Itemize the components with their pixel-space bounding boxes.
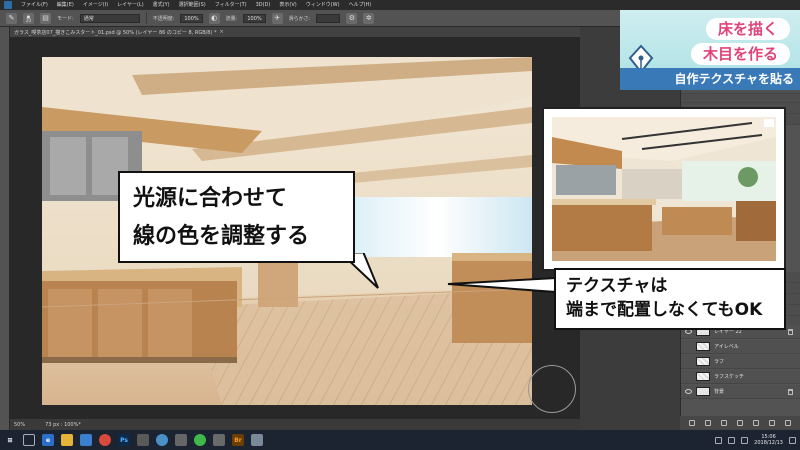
- menu-edit[interactable]: 編集(E): [57, 0, 74, 10]
- file-explorer-icon[interactable]: [61, 434, 73, 446]
- edge-browser-icon[interactable]: e: [42, 434, 54, 446]
- opacity-label: 不透明度:: [152, 15, 175, 22]
- callout-text: 線の色を調整する: [133, 224, 310, 249]
- airbrush-icon[interactable]: ✈: [271, 12, 283, 24]
- menu-view[interactable]: 表示(V): [279, 0, 296, 10]
- lock-layer-icon[interactable]: [788, 388, 793, 395]
- photoshop-window: ファイル(F) 編集(E) イメージ(I) レイヤー(L) 書式(Y) 選択範囲…: [0, 0, 800, 450]
- brush-preset-icon[interactable]: ● 20: [23, 12, 34, 24]
- add-mask-icon[interactable]: [721, 420, 727, 426]
- app-icon[interactable]: [213, 434, 225, 446]
- title-line-1: 床を描く: [705, 18, 790, 40]
- layer-name: アイレベル: [714, 344, 739, 350]
- status-bar: 50% 73 px : 100%*: [10, 419, 580, 430]
- adjustment-layer-icon[interactable]: [737, 420, 743, 426]
- flow-label: 流量:: [225, 15, 238, 22]
- layer-thumbnail: [696, 342, 710, 351]
- mode-label: モード:: [57, 15, 74, 22]
- close-tab-icon[interactable]: ×: [220, 29, 224, 35]
- menu-type[interactable]: 書式(Y): [153, 0, 170, 10]
- app-icon[interactable]: [137, 434, 149, 446]
- system-tray: 15:06 2018/12/13: [715, 434, 800, 446]
- document-tab-title: ガラス_喫茶店07_描きこみスタート_01.psd @ 50% (レイヤー 86…: [14, 29, 217, 36]
- layer-row[interactable]: ラフスケッチ: [681, 370, 800, 384]
- chrome-icon[interactable]: [99, 434, 111, 446]
- menu-select[interactable]: 選択範囲(S): [179, 0, 206, 10]
- store-icon[interactable]: [80, 434, 92, 446]
- network-icon[interactable]: [728, 436, 736, 444]
- layer-name: 背景: [714, 389, 725, 395]
- app-icon[interactable]: [175, 434, 187, 446]
- link-layers-icon[interactable]: [689, 420, 695, 426]
- visibility-eye-icon[interactable]: [685, 389, 692, 394]
- layer-name: ラフ: [714, 359, 725, 365]
- brush-cursor: [528, 365, 576, 413]
- menu-filter[interactable]: フィルター(T): [215, 0, 247, 10]
- tools-panel[interactable]: [0, 27, 10, 430]
- volume-icon[interactable]: [741, 436, 749, 444]
- callout-text: テクスチャは: [566, 276, 668, 296]
- document-tab[interactable]: ガラス_喫茶店07_描きこみスタート_01.psd @ 50% (レイヤー 86…: [10, 27, 580, 37]
- layer-name: ラフスケッチ: [714, 374, 745, 380]
- layer-row[interactable]: ラフ: [681, 355, 800, 369]
- pressure-opacity-icon[interactable]: ◐: [208, 12, 220, 24]
- opacity-field[interactable]: 100%: [180, 13, 203, 23]
- clock[interactable]: 15:06 2018/12/13: [754, 434, 783, 446]
- layer-row[interactable]: 背景: [681, 385, 800, 399]
- tutorial-title-card: 床を描く 木目を作る 自作テクスチャを貼る: [620, 10, 800, 90]
- callout-tail: [447, 276, 557, 294]
- bridge-icon[interactable]: Br: [232, 434, 244, 446]
- cafe-finished-illustration: [552, 117, 776, 261]
- layers-panel-footer: [680, 416, 800, 430]
- menu-bar: ファイル(F) 編集(E) イメージ(I) レイヤー(L) 書式(Y) 選択範囲…: [0, 0, 800, 10]
- callout-light-source: 光源に合わせて 線の色を調整する: [118, 171, 355, 263]
- delete-layer-icon[interactable]: [788, 328, 793, 335]
- menu-image[interactable]: イメージ(I): [83, 0, 108, 10]
- pen-tray-icon[interactable]: [715, 436, 723, 444]
- menu-help[interactable]: ヘルプ(H): [349, 0, 372, 10]
- callout-texture-edge: テクスチャは 端まで配置しなくてもOK: [554, 268, 786, 330]
- callout-text: 光源に合わせて: [133, 186, 288, 211]
- menu-layer[interactable]: レイヤー(L): [117, 0, 144, 10]
- title-line-2: 木目を作る: [690, 43, 790, 65]
- line-app-icon[interactable]: [194, 434, 206, 446]
- chat-app-icon[interactable]: [156, 434, 168, 446]
- reference-inset-image: [542, 107, 786, 271]
- layer-row[interactable]: アイレベル: [681, 340, 800, 354]
- smoothing-label: 滑らかさ:: [288, 15, 311, 22]
- delete-layer-icon[interactable]: [785, 420, 791, 426]
- divider: [145, 12, 147, 24]
- smoothing-field[interactable]: [316, 13, 341, 23]
- windows-taskbar: ⊞ e Ps Br 15:06 2018/12/13: [0, 430, 800, 450]
- settings-gear-icon[interactable]: ⚙: [346, 12, 358, 24]
- brush-panel-icon[interactable]: ▤: [40, 12, 51, 24]
- brush-size-value: 20: [25, 17, 32, 23]
- menu-window[interactable]: ウィンドウ(W): [306, 0, 340, 10]
- brush-tool-icon[interactable]: ✎: [6, 12, 17, 24]
- title-line-3: 自作テクスチャを貼る: [620, 68, 800, 90]
- layer-thumbnail: [696, 372, 710, 381]
- new-layer-icon[interactable]: [769, 420, 775, 426]
- document-info: 73 px : 100%*: [45, 421, 81, 428]
- menu-file[interactable]: ファイル(F): [21, 0, 48, 10]
- symmetry-icon[interactable]: ✲: [363, 12, 375, 24]
- task-view-icon[interactable]: [23, 434, 35, 446]
- zoom-level[interactable]: 50%: [14, 422, 25, 428]
- layer-thumbnail: [696, 357, 710, 366]
- notification-icon[interactable]: [789, 436, 796, 444]
- clock-date: 2018/12/13: [754, 440, 783, 446]
- photoshop-icon[interactable]: Ps: [118, 434, 130, 446]
- callout-text: 端まで配置しなくてもOK: [566, 300, 763, 320]
- new-group-icon[interactable]: [753, 420, 759, 426]
- layer-style-icon[interactable]: [705, 420, 711, 426]
- flow-field[interactable]: 100%: [243, 13, 266, 23]
- app-icon[interactable]: [251, 434, 263, 446]
- menu-3d[interactable]: 3D(D): [256, 0, 271, 10]
- mode-select[interactable]: 通常: [79, 13, 140, 23]
- windows-start-icon[interactable]: ⊞: [4, 434, 16, 446]
- layer-thumbnail: [696, 387, 710, 396]
- photoshop-logo-icon: [4, 1, 12, 9]
